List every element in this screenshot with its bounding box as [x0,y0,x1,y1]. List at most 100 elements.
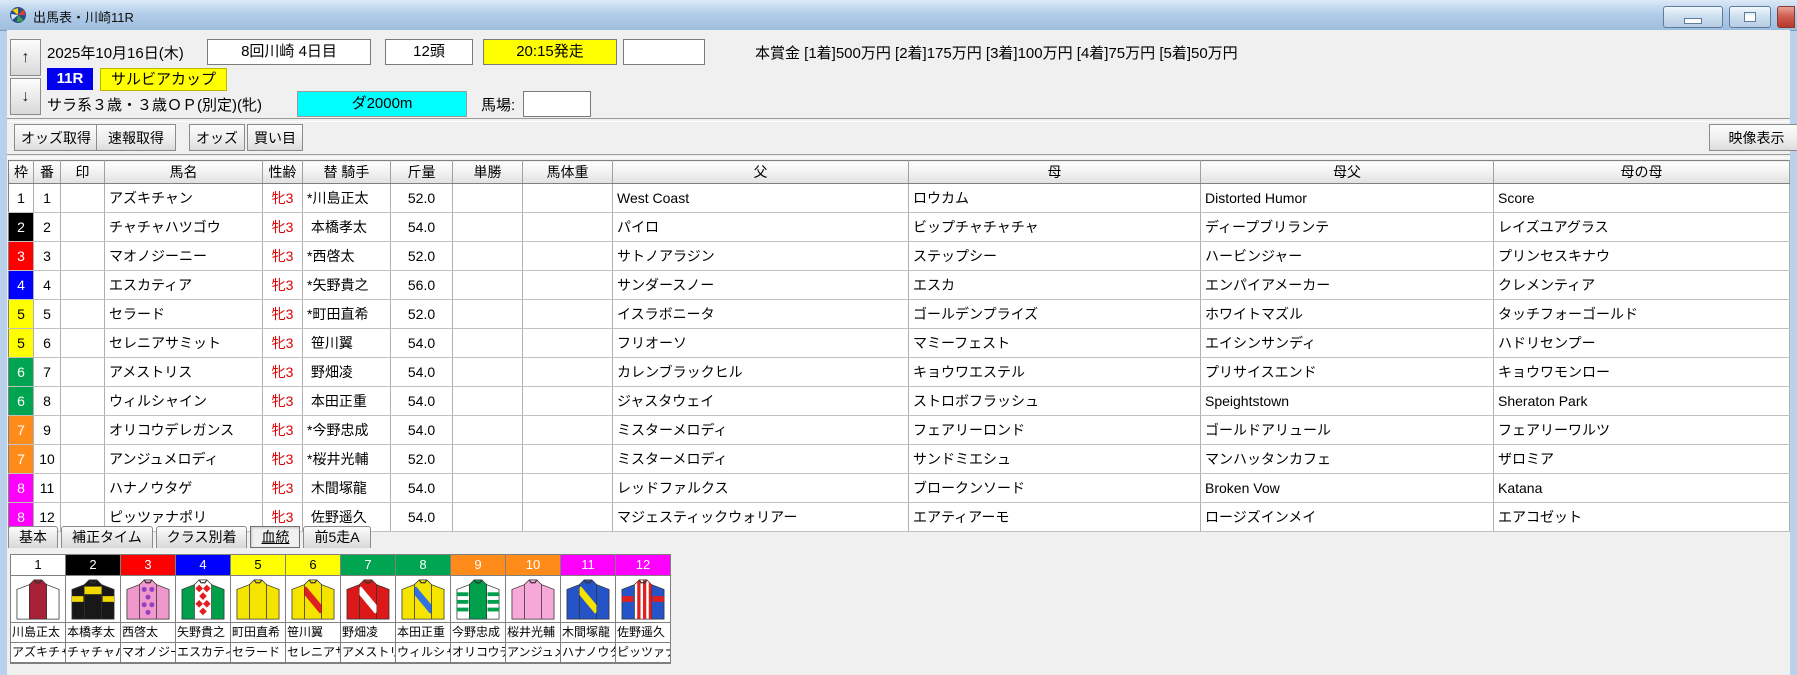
dam-cell: キョウワエステル [908,357,1201,387]
sex-age-cell: 牝3 [262,183,303,213]
silk-column: 9 今野忠成オリコウデレガンス [451,554,506,664]
table-row[interactable]: 6 8 ウィルシャイン 牝3 本田正重 54.0 ジャスタウェイ ストロボフラッシュ Spei… [8,386,1790,416]
tab-item[interactable]: 補正タイム [61,526,153,548]
prize-money: 本賞金 [1着]500万円 [2着]175万円 [3着]100万円 [4着]75… [755,45,1238,62]
column-header[interactable]: 馬名 [104,160,263,184]
column-header[interactable]: 印 [60,160,105,184]
mark-cell [60,328,105,358]
silk-horse-name: ハナノウタゲ [561,643,615,663]
track-condition-field[interactable] [523,91,591,117]
column-header[interactable]: 斤量 [390,160,453,184]
entries-table: 枠番印馬名 性齢替 騎手 斤量 単勝 馬体重父母母父 母の母 1 1 アズキチャン 牝3 *川島正… [8,160,1790,532]
table-row[interactable]: 1 1 アズキチャン 牝3 *川島正太 52.0 West Coast ロウカム Distort… [8,183,1790,213]
prev-race-button[interactable]: ↑ [10,39,41,76]
separator [7,154,1790,158]
weight-cell: 54.0 [390,328,453,358]
sire-cell: ジャスタウェイ [612,386,909,416]
mark-cell [60,241,105,271]
tab-item[interactable]: 基本 [8,526,58,548]
horse-name-cell: ハナノウタゲ [104,473,263,503]
table-row[interactable]: 7 10 アンジュメロディ 牝3 *桜井光輔 52.0 ミスターメロディ サンドミエシュ マンハ… [8,444,1790,474]
body-weight-cell [522,473,613,503]
get-flash-button[interactable]: 速報取得 [96,124,176,151]
close-button[interactable] [1777,6,1795,28]
horse-name-cell: セレニアサミット [104,328,263,358]
tab-item[interactable]: 血統 [250,526,301,548]
table-row[interactable]: 8 11 ハナノウタゲ 牝3 木間塚龍 54.0 レッドファルクス ブロークンソード Brok… [8,473,1790,503]
column-header[interactable]: 母父 [1200,160,1494,184]
sire-cell: West Coast [612,183,909,213]
dam-cell: ステップシー [908,241,1201,271]
silk-number: 5 [231,554,285,576]
tab-item[interactable]: クラス別着 [155,526,248,548]
dams-dam-cell: キョウワモンロー [1493,357,1790,387]
waku-cell: 6 [8,357,34,387]
horse-number-cell: 6 [33,328,61,358]
sire-cell: マジェスティックウォリアー [612,502,909,532]
win-odds-cell [452,502,523,532]
minimize-button[interactable] [1663,6,1723,28]
column-header[interactable]: 母の母 [1493,160,1790,184]
column-header[interactable]: 馬体重 [522,160,613,184]
silk-number: 7 [341,554,395,576]
next-race-button[interactable]: ↓ [10,78,41,115]
silk-horse-name: セラード [231,643,285,663]
odds-button[interactable]: オッズ [189,124,245,151]
body-weight-cell [522,357,613,387]
dam-sire-cell: ホワイトマズル [1200,299,1494,329]
maximize-button[interactable] [1729,6,1771,28]
silk-jockey-name: 町田直希 [231,623,285,643]
silk-jockey-name: 西啓太 [121,623,175,643]
silk-horse-name: エスカティア [176,643,230,663]
video-button[interactable]: 映像表示 [1709,124,1797,151]
race-extra-field[interactable] [623,39,705,65]
column-header[interactable]: 単勝 [452,160,523,184]
silk-column: 10 桜井光輔アンジュメロディ [506,554,561,664]
table-row[interactable]: 2 2 チャチャハツゴウ 牝3 本橋孝太 54.0 パイロ ビップチャチャチャ ディープブリラ… [8,212,1790,242]
waku-cell: 7 [8,444,34,474]
table-row[interactable]: 5 6 セレニアサミット 牝3 笹川翼 54.0 フリオーソ マミーフェスト エイシンサンディ… [8,328,1790,358]
column-header[interactable]: 母 [908,160,1201,184]
silk-jockey-name: 桜井光輔 [506,623,560,643]
get-odds-button[interactable]: オッズ取得 [14,124,98,151]
jockey-cell: 本橋孝太 [302,212,391,242]
column-header[interactable]: 替 騎手 [302,160,391,184]
silk-jockey-name: 本橋孝太 [66,623,120,643]
sire-cell: レッドファルクス [612,473,909,503]
mark-cell [60,415,105,445]
horse-name-cell: アズキチャン [104,183,263,213]
weight-cell: 52.0 [390,444,453,474]
win-odds-cell [452,473,523,503]
weight-cell: 52.0 [390,299,453,329]
race-name: サルビアカップ [100,68,228,91]
column-header[interactable]: 性齢 [262,160,303,184]
weight-cell: 54.0 [390,212,453,242]
silk-number: 9 [451,554,505,576]
silk-panel: 1 川島正太アズキチャン2 本橋孝太チャチャハツゴウ3 西啓太マオノジーニー4 … [10,554,671,664]
bet-picks-button[interactable]: 買い目 [247,124,303,151]
jockey-cell: *桜井光輔 [302,444,391,474]
table-row[interactable]: 6 7 アメストリス 牝3 野畑凌 54.0 カレンブラックヒル キョウワエステル プリサイス… [8,357,1790,387]
post-time-box: 20:15発走 [483,39,617,65]
waku-cell: 7 [8,415,34,445]
dam-cell: ロウカム [908,183,1201,213]
silk-column: 12 佐野遥久ピッツァナポリ [616,554,671,664]
body-weight-cell [522,299,613,329]
column-header[interactable]: 番 [33,160,61,184]
silk-horse-name: アズキチャン [11,643,65,663]
column-header[interactable]: 枠 [8,160,34,184]
table-row[interactable]: 7 9 オリコウデレガンス 牝3 *今野忠成 54.0 ミスターメロディ フェアリーロンド ゴー… [8,415,1790,445]
jockey-cell: 本田正重 [302,386,391,416]
table-row[interactable]: 3 3 マオノジーニー 牝3 *西啓太 52.0 サトノアラジン ステップシー ハービンジャープ… [8,241,1790,271]
horse-number-cell: 2 [33,212,61,242]
horse-number-cell: 3 [33,241,61,271]
column-header[interactable]: 父 [612,160,909,184]
tab-item[interactable]: 前5走A [303,526,371,548]
win-odds-cell [452,415,523,445]
horse-number-cell: 4 [33,270,61,300]
table-row[interactable]: 4 4 エスカティア 牝3 *矢野貴之 56.0 サンダースノー エスカ エンパイアメーカー クレ… [8,270,1790,300]
waku-cell: 5 [8,299,34,329]
table-row[interactable]: 5 5 セラード 牝3 *町田直希 52.0 イスラボニータ ゴールデンプライズ ホワイトマズル… [8,299,1790,329]
waku-cell: 5 [8,328,34,358]
dam-cell: ゴールデンプライズ [908,299,1201,329]
